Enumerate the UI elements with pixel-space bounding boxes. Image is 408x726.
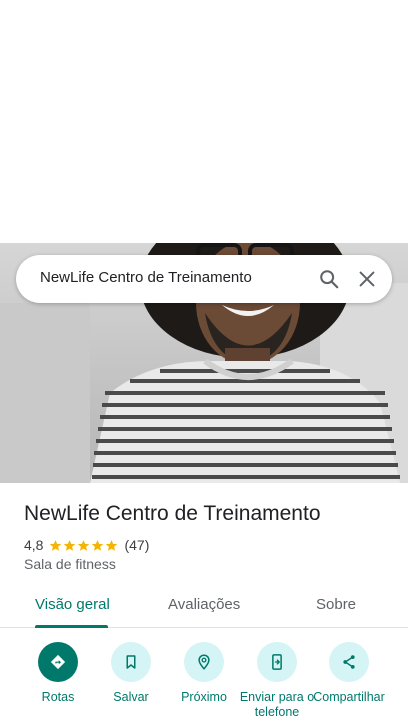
send-to-phone-label: Enviar para o telefone <box>239 690 315 719</box>
search-icon[interactable] <box>318 268 340 290</box>
tab-about[interactable]: Sobre <box>316 596 356 613</box>
share-label: Compartilhar <box>313 690 385 704</box>
nearby-label: Próximo <box>181 690 227 704</box>
directions-button[interactable]: Rotas <box>18 642 98 726</box>
close-icon[interactable] <box>356 268 378 290</box>
tab-reviews[interactable]: Avaliações <box>168 596 240 613</box>
search-input[interactable]: NewLife Centro de Treinamento <box>40 269 252 286</box>
save-label: Salvar <box>113 690 149 704</box>
directions-label: Rotas <box>41 690 75 704</box>
place-category: Sala de fitness <box>24 556 116 572</box>
place-details-page: NewLife Centro de Treinamento NewLife Ce… <box>0 0 408 726</box>
map-area[interactable] <box>0 0 408 243</box>
share-button[interactable]: Compartilhar <box>309 642 389 726</box>
share-icon <box>329 642 369 682</box>
star-icon <box>64 539 76 551</box>
rating-row[interactable]: 4,8 (47) <box>24 537 149 553</box>
save-button[interactable]: Salvar <box>91 642 171 726</box>
review-count: (47) <box>124 537 150 553</box>
nearby-button[interactable]: Próximo <box>164 642 244 726</box>
directions-icon <box>38 642 78 682</box>
tab-overview[interactable]: Visão geral <box>35 596 110 613</box>
star-icon <box>50 539 62 551</box>
send-to-phone-icon <box>257 642 297 682</box>
star-icon <box>78 539 90 551</box>
tab-bar: Visão geral Avaliações Sobre <box>0 586 408 628</box>
nearby-icon <box>184 642 224 682</box>
search-bar[interactable]: NewLife Centro de Treinamento <box>16 255 392 303</box>
send-to-phone-button[interactable]: Enviar para o telefone <box>237 642 317 726</box>
bookmark-icon <box>111 642 151 682</box>
tab-active-indicator <box>35 625 108 628</box>
rating-stars <box>49 539 119 552</box>
rating-value: 4,8 <box>24 537 44 553</box>
star-icon <box>106 539 118 551</box>
place-title: NewLife Centro de Treinamento <box>24 502 321 525</box>
star-icon <box>92 539 104 551</box>
